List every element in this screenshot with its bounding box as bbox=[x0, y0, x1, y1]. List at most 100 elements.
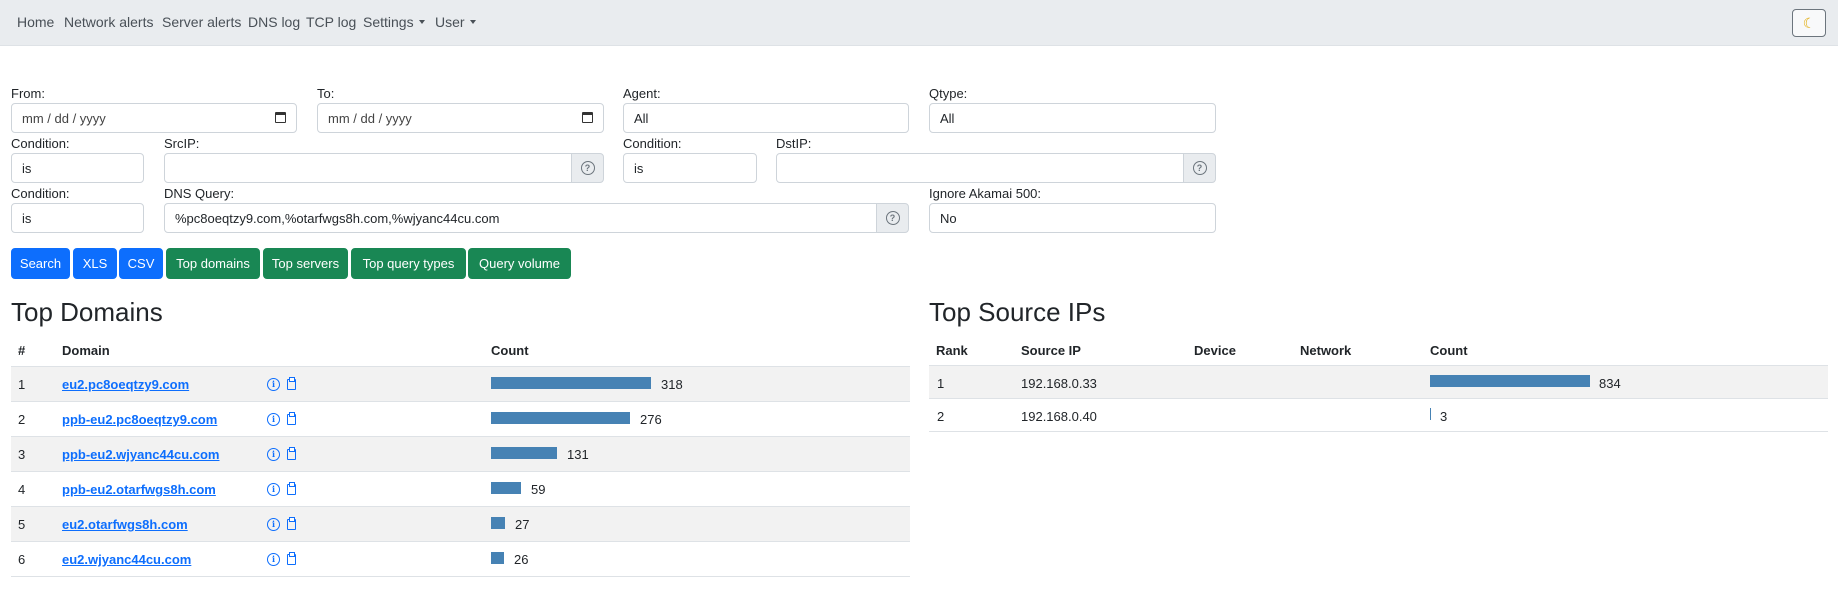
domain-rank: 2 bbox=[18, 412, 26, 427]
nav-network-alerts[interactable]: Network alerts bbox=[64, 14, 153, 30]
from-label: From: bbox=[11, 86, 45, 101]
dnsquery-label: DNS Query: bbox=[164, 186, 235, 201]
search-button[interactable]: Search bbox=[11, 248, 70, 279]
srcip-condition-label: Condition: bbox=[11, 136, 70, 151]
nav-user-label: User bbox=[435, 14, 465, 30]
domains-header-domain: Domain bbox=[62, 343, 110, 358]
srcip-input[interactable] bbox=[164, 153, 572, 183]
nav-settings-dropdown[interactable]: Settings bbox=[363, 14, 425, 30]
top-domains-title: Top Domains bbox=[11, 297, 163, 327]
count-bar bbox=[491, 377, 651, 389]
count-bar bbox=[491, 447, 557, 459]
dnsquery-input[interactable]: %pc8oeqtzy9.com,%otarfwgs8h.com,%wjyanc4… bbox=[164, 203, 877, 233]
table-row: 6 eu2.wjyanc44cu.com i 26 bbox=[11, 541, 910, 576]
domain-link[interactable]: eu2.wjyanc44cu.com bbox=[62, 552, 191, 567]
theme-toggle-button[interactable]: ☾ bbox=[1792, 9, 1826, 37]
top-domains-button[interactable]: Top domains bbox=[166, 248, 260, 279]
domain-link[interactable]: ppb-eu2.wjyanc44cu.com bbox=[62, 447, 220, 462]
ip-count: 3 bbox=[1440, 409, 1448, 424]
table-bottom-border bbox=[929, 431, 1828, 432]
info-circle-icon[interactable]: i bbox=[267, 413, 280, 426]
top-servers-button[interactable]: Top servers bbox=[263, 248, 348, 279]
count-bar bbox=[1430, 408, 1431, 420]
qtype-select[interactable]: All bbox=[929, 103, 1216, 133]
ips-header-network: Network bbox=[1300, 343, 1352, 358]
table-row: 1 eu2.pc8oeqtzy9.com i 318 bbox=[11, 366, 910, 401]
from-date-input[interactable]: mm / dd / yyyy bbox=[11, 103, 297, 133]
navbar: Home Network alerts Server alerts DNS lo… bbox=[0, 0, 1838, 46]
query-volume-button[interactable]: Query volume bbox=[468, 248, 571, 279]
agent-select[interactable]: All bbox=[623, 103, 909, 133]
domain-rank: 1 bbox=[18, 377, 26, 392]
domain-rank: 4 bbox=[18, 482, 26, 497]
to-date-input[interactable]: mm / dd / yyyy bbox=[317, 103, 604, 133]
dstip-condition-select[interactable]: is bbox=[623, 153, 757, 183]
ips-header-device: Device bbox=[1194, 343, 1236, 358]
ips-header-count: Count bbox=[1430, 343, 1468, 358]
domain-count: 318 bbox=[661, 377, 683, 392]
dstip-condition-value: is bbox=[634, 160, 644, 176]
calendar-icon[interactable] bbox=[275, 112, 286, 123]
domain-rank: 5 bbox=[18, 517, 26, 532]
top-source-ips-title: Top Source IPs bbox=[929, 297, 1106, 327]
dnsquery-condition-value: is bbox=[22, 210, 32, 226]
calendar-icon[interactable] bbox=[582, 112, 593, 123]
srcip-help-button[interactable]: ? bbox=[571, 153, 604, 183]
dnsquery-condition-label: Condition: bbox=[11, 186, 70, 201]
nav-user-dropdown[interactable]: User bbox=[435, 14, 476, 30]
srcip-condition-value: is bbox=[22, 160, 32, 176]
dnsquery-condition-select[interactable]: is bbox=[11, 203, 144, 233]
question-circle-icon: ? bbox=[1192, 161, 1207, 175]
srcip-condition-select[interactable]: is bbox=[11, 153, 144, 183]
domain-link[interactable]: eu2.pc8oeqtzy9.com bbox=[62, 377, 189, 392]
dstip-input[interactable] bbox=[776, 153, 1184, 183]
csv-button[interactable]: CSV bbox=[119, 248, 163, 279]
count-bar bbox=[491, 517, 505, 529]
domain-rank: 6 bbox=[18, 552, 26, 567]
domain-count: 26 bbox=[514, 552, 529, 567]
nav-dns-log[interactable]: DNS log bbox=[248, 14, 300, 30]
domain-link[interactable]: ppb-eu2.pc8oeqtzy9.com bbox=[62, 412, 217, 427]
dstip-help-button[interactable]: ? bbox=[1183, 153, 1216, 183]
info-circle-icon[interactable]: i bbox=[267, 448, 280, 461]
nav-tcp-log[interactable]: TCP log bbox=[306, 14, 356, 30]
table-bottom-border bbox=[11, 576, 910, 577]
nav-server-alerts[interactable]: Server alerts bbox=[162, 14, 241, 30]
info-circle-icon[interactable]: i bbox=[267, 518, 280, 531]
clipboard-icon[interactable] bbox=[287, 482, 296, 495]
clipboard-icon[interactable] bbox=[287, 447, 296, 460]
info-circle-icon[interactable]: i bbox=[267, 483, 280, 496]
table-row: 2 192.168.0.40 3 bbox=[929, 398, 1828, 431]
table-row: 5 eu2.otarfwgs8h.com i 27 bbox=[11, 506, 910, 541]
count-bar bbox=[491, 412, 630, 424]
nav-home[interactable]: Home bbox=[17, 14, 54, 30]
qtype-value: All bbox=[940, 110, 955, 126]
table-row: 4 ppb-eu2.otarfwgs8h.com i 59 bbox=[11, 471, 910, 506]
domain-count: 59 bbox=[531, 482, 546, 497]
clipboard-icon[interactable] bbox=[287, 517, 296, 530]
clipboard-icon[interactable] bbox=[287, 377, 296, 390]
dnsquery-help-button[interactable]: ? bbox=[876, 203, 909, 233]
ips-header-source-ip: Source IP bbox=[1021, 343, 1081, 358]
to-date-placeholder: mm / dd / yyyy bbox=[328, 110, 412, 126]
table-row: 2 ppb-eu2.pc8oeqtzy9.com i 276 bbox=[11, 401, 910, 436]
info-circle-icon[interactable]: i bbox=[267, 378, 280, 391]
domain-count: 27 bbox=[515, 517, 530, 532]
clipboard-icon[interactable] bbox=[287, 412, 296, 425]
akamai-value: No bbox=[940, 210, 957, 226]
info-circle-icon[interactable]: i bbox=[267, 553, 280, 566]
count-bar bbox=[491, 552, 504, 564]
nav-settings-label: Settings bbox=[363, 14, 414, 30]
domain-rank: 3 bbox=[18, 447, 26, 462]
from-date-placeholder: mm / dd / yyyy bbox=[22, 110, 106, 126]
question-circle-icon: ? bbox=[580, 161, 595, 175]
xls-button[interactable]: XLS bbox=[73, 248, 117, 279]
top-query-types-button[interactable]: Top query types bbox=[351, 248, 466, 279]
domain-link[interactable]: ppb-eu2.otarfwgs8h.com bbox=[62, 482, 216, 497]
clipboard-icon[interactable] bbox=[287, 552, 296, 565]
domain-link[interactable]: eu2.otarfwgs8h.com bbox=[62, 517, 188, 532]
domains-header-rank: # bbox=[18, 343, 26, 358]
to-label: To: bbox=[317, 86, 335, 101]
akamai-select[interactable]: No bbox=[929, 203, 1216, 233]
ip-count: 834 bbox=[1599, 376, 1621, 391]
